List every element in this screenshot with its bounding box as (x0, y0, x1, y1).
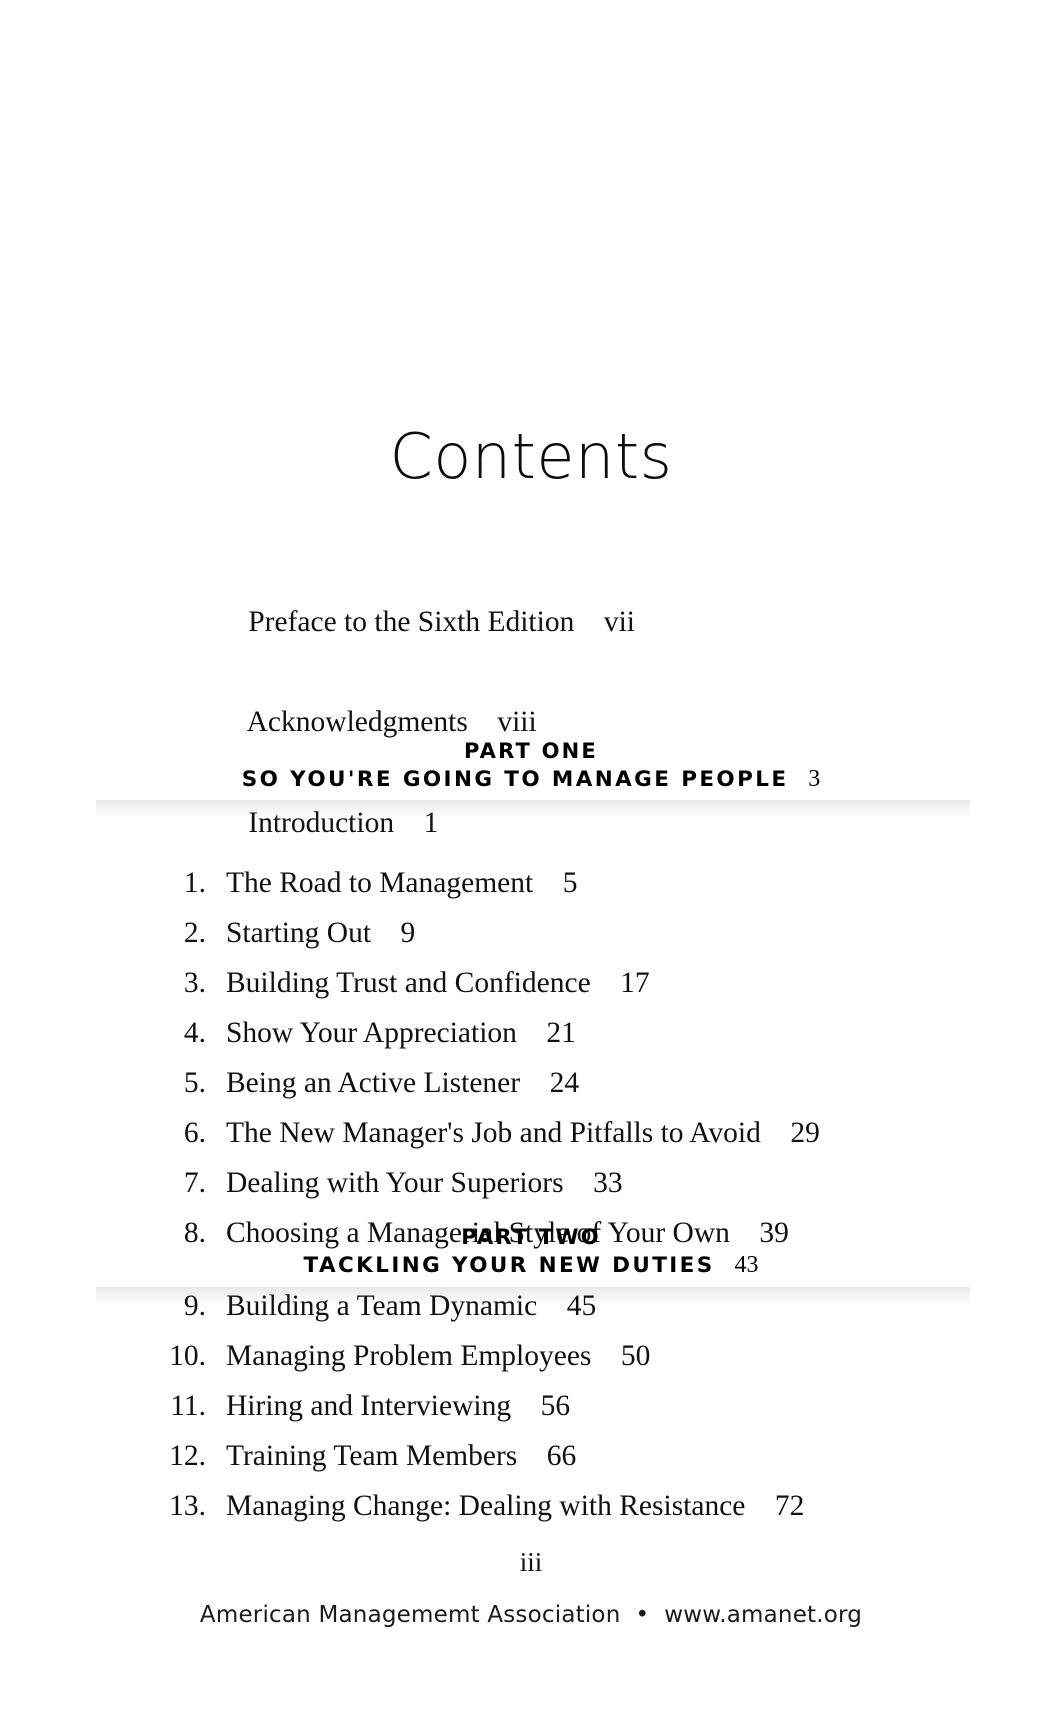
list-item[interactable]: 7. Dealing with Your Superiors 33 (140, 1158, 960, 1208)
part-name: TACKLING YOUR NEW DUTIES 43 (0, 1251, 1062, 1280)
chapter-page (564, 1158, 594, 1208)
chapter-title: The Road to Management (226, 867, 534, 899)
list-item[interactable]: 5. Being an Active Listener 24 (140, 1058, 960, 1108)
chapter-title: Starting Out (226, 917, 372, 949)
chapter-page-number: 56 (540, 1390, 571, 1422)
chapter-page (537, 1281, 567, 1331)
chapter-page (533, 858, 563, 908)
list-item[interactable]: 11. Hiring and Interviewing 56 (140, 1381, 960, 1431)
chapter-number: 11. (170, 1390, 206, 1422)
chapter-page-number: 21 (546, 1017, 576, 1049)
chapter-number: 13. (169, 1490, 206, 1522)
list-item[interactable]: 13. Managing Change: Dealing with Resista… (140, 1481, 960, 1531)
chapter-list-part-two: 9. Building a Team Dynamic 45 10. Managing… (140, 1281, 960, 1531)
chapter-title: Managing Problem Employees (226, 1340, 592, 1372)
part-heading-one: PART ONE SO YOU'RE GOING TO MANAGE PEOPL… (0, 738, 1062, 794)
chapter-title: Hiring and Interviewing (226, 1390, 512, 1422)
chapter-page-number: 17 (620, 967, 650, 999)
front-matter-label: Preface to the Sixth Edition (248, 605, 575, 638)
chapter-page (591, 1331, 621, 1381)
chapter-number: 5. (183, 1067, 206, 1099)
chapter-page-number: 5 (562, 867, 578, 899)
chapter-page-number: 24 (549, 1067, 580, 1099)
chapter-title: Show Your Appreciation (226, 1017, 517, 1049)
chapter-title: The New Manager's Job and Pitfalls to Av… (226, 1117, 761, 1149)
part-heading-two: PART TWO TACKLING YOUR NEW DUTIES 43 (0, 1224, 1062, 1280)
list-item[interactable]: 10. Managing Problem Employees 50 (140, 1331, 960, 1381)
chapter-number: 9. (183, 1290, 206, 1322)
chapter-title: Building a Team Dynamic (226, 1290, 538, 1322)
chapter-page-number: 33 (593, 1167, 623, 1199)
front-matter-item[interactable]: Preface to the Sixth Edition vii (204, 572, 904, 673)
front-matter-page: viii (497, 706, 537, 738)
chapter-page-number: 72 (774, 1490, 805, 1522)
chapter-page (520, 1058, 550, 1108)
chapter-page (517, 1431, 547, 1481)
list-item[interactable]: 3. Building Trust and Confidence 17 (140, 958, 960, 1008)
page-folio: iii (519, 1547, 543, 1577)
part-name: SO YOU'RE GOING TO MANAGE PEOPLE 3 (0, 765, 1062, 794)
part-divider-shadow (96, 800, 970, 822)
chapter-number: 3. (183, 967, 206, 999)
chapter-title: Being an Active Listener (226, 1067, 521, 1099)
part-page: 43 (734, 1252, 759, 1278)
list-item[interactable]: 12. Training Team Members 66 (140, 1431, 960, 1481)
chapter-page-number: 29 (790, 1117, 820, 1149)
front-matter-label: Acknowledgments (246, 706, 468, 738)
front-matter-page: vii (603, 605, 635, 638)
chapter-page (591, 958, 621, 1008)
chapter-page-number: 45 (566, 1290, 597, 1322)
publisher-imprint: American Managememt Association • www.am… (199, 1602, 863, 1628)
chapter-title: Building Trust and Confidence (226, 967, 591, 999)
chapter-title: Training Team Members (226, 1440, 518, 1472)
chapter-number: 4. (183, 1017, 206, 1049)
chapter-page (371, 908, 401, 958)
part-label: PART TWO (461, 1225, 601, 1249)
part-label: PART ONE (464, 739, 598, 763)
chapter-number: 6. (183, 1117, 206, 1149)
page-title: Contents (389, 419, 673, 493)
part-name-text: SO YOU'RE GOING TO MANAGE PEOPLE (241, 767, 789, 792)
chapter-number: 10. (169, 1340, 206, 1372)
list-item[interactable]: 4. Show Your Appreciation 21 (140, 1008, 960, 1058)
chapter-page (511, 1381, 541, 1431)
chapter-page-number: 50 (620, 1340, 651, 1372)
chapter-list-part-one: 1. The Road to Management 5 2. Starting Ou… (140, 858, 960, 1258)
chapter-page (761, 1108, 791, 1158)
list-item[interactable]: 2. Starting Out 9 (140, 908, 960, 958)
list-item[interactable]: 6. The New Manager's Job and Pitfalls to … (140, 1108, 960, 1158)
part-page: 3 (808, 766, 821, 792)
chapter-page (517, 1008, 547, 1058)
chapter-number: 7. (183, 1167, 206, 1199)
front-matter-list: Preface to the Sixth Edition vii Acknowl… (204, 572, 904, 874)
toc-page: Contents Preface to the Sixth Edition vi… (0, 0, 1062, 1724)
chapter-number: 1. (183, 867, 206, 899)
list-item[interactable]: 9. Building a Team Dynamic 45 (140, 1281, 960, 1331)
list-item[interactable]: 1. The Road to Management 5 (140, 858, 960, 908)
chapter-page-number: 66 (546, 1440, 577, 1472)
chapter-number: 12. (169, 1440, 206, 1472)
chapter-title: Managing Change: Dealing with Resistance (226, 1490, 746, 1522)
chapter-page-number: 9 (400, 917, 416, 949)
chapter-number: 2. (183, 917, 206, 949)
part-name-text: TACKLING YOUR NEW DUTIES (303, 1253, 715, 1278)
chapter-page (745, 1481, 775, 1531)
chapter-title: Dealing with Your Superiors (226, 1167, 564, 1199)
